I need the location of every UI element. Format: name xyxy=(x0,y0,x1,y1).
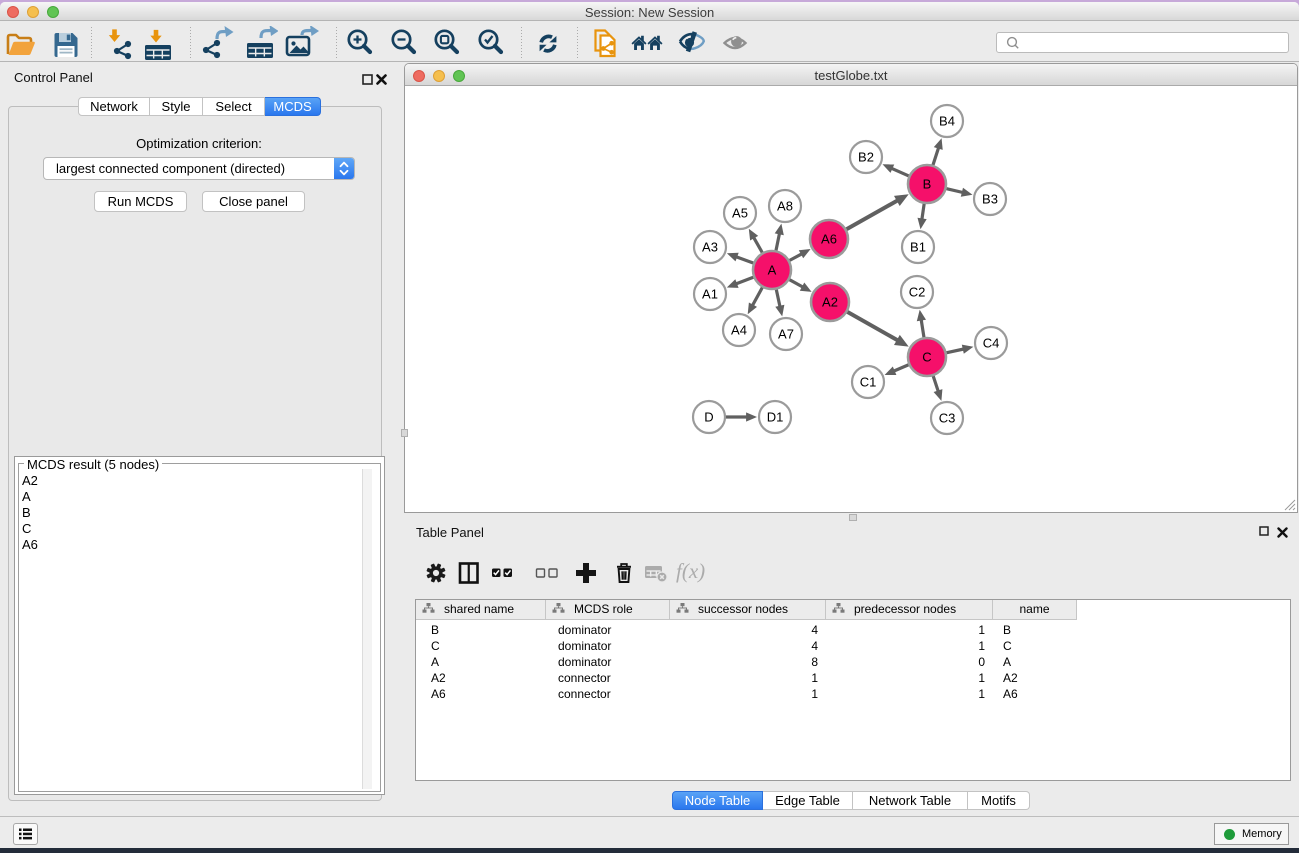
svg-text:C3: C3 xyxy=(939,411,956,426)
svg-text:A1: A1 xyxy=(702,287,718,302)
svg-text:B2: B2 xyxy=(858,150,874,165)
svg-text:A3: A3 xyxy=(702,240,718,255)
svg-text:C4: C4 xyxy=(983,336,1000,351)
svg-text:B3: B3 xyxy=(982,192,998,207)
svg-text:C1: C1 xyxy=(860,375,877,390)
svg-text:B4: B4 xyxy=(939,114,955,129)
svg-text:C: C xyxy=(922,350,931,365)
svg-text:A6: A6 xyxy=(821,232,837,247)
svg-text:A5: A5 xyxy=(732,206,748,221)
svg-text:A8: A8 xyxy=(777,199,793,214)
svg-text:A: A xyxy=(768,263,777,278)
svg-text:C2: C2 xyxy=(909,285,926,300)
svg-text:A4: A4 xyxy=(731,323,747,338)
svg-text:B1: B1 xyxy=(910,240,926,255)
svg-text:A7: A7 xyxy=(778,327,794,342)
svg-text:D: D xyxy=(704,410,713,425)
svg-text:B: B xyxy=(923,177,932,192)
svg-text:D1: D1 xyxy=(767,410,784,425)
svg-text:A2: A2 xyxy=(822,295,838,310)
